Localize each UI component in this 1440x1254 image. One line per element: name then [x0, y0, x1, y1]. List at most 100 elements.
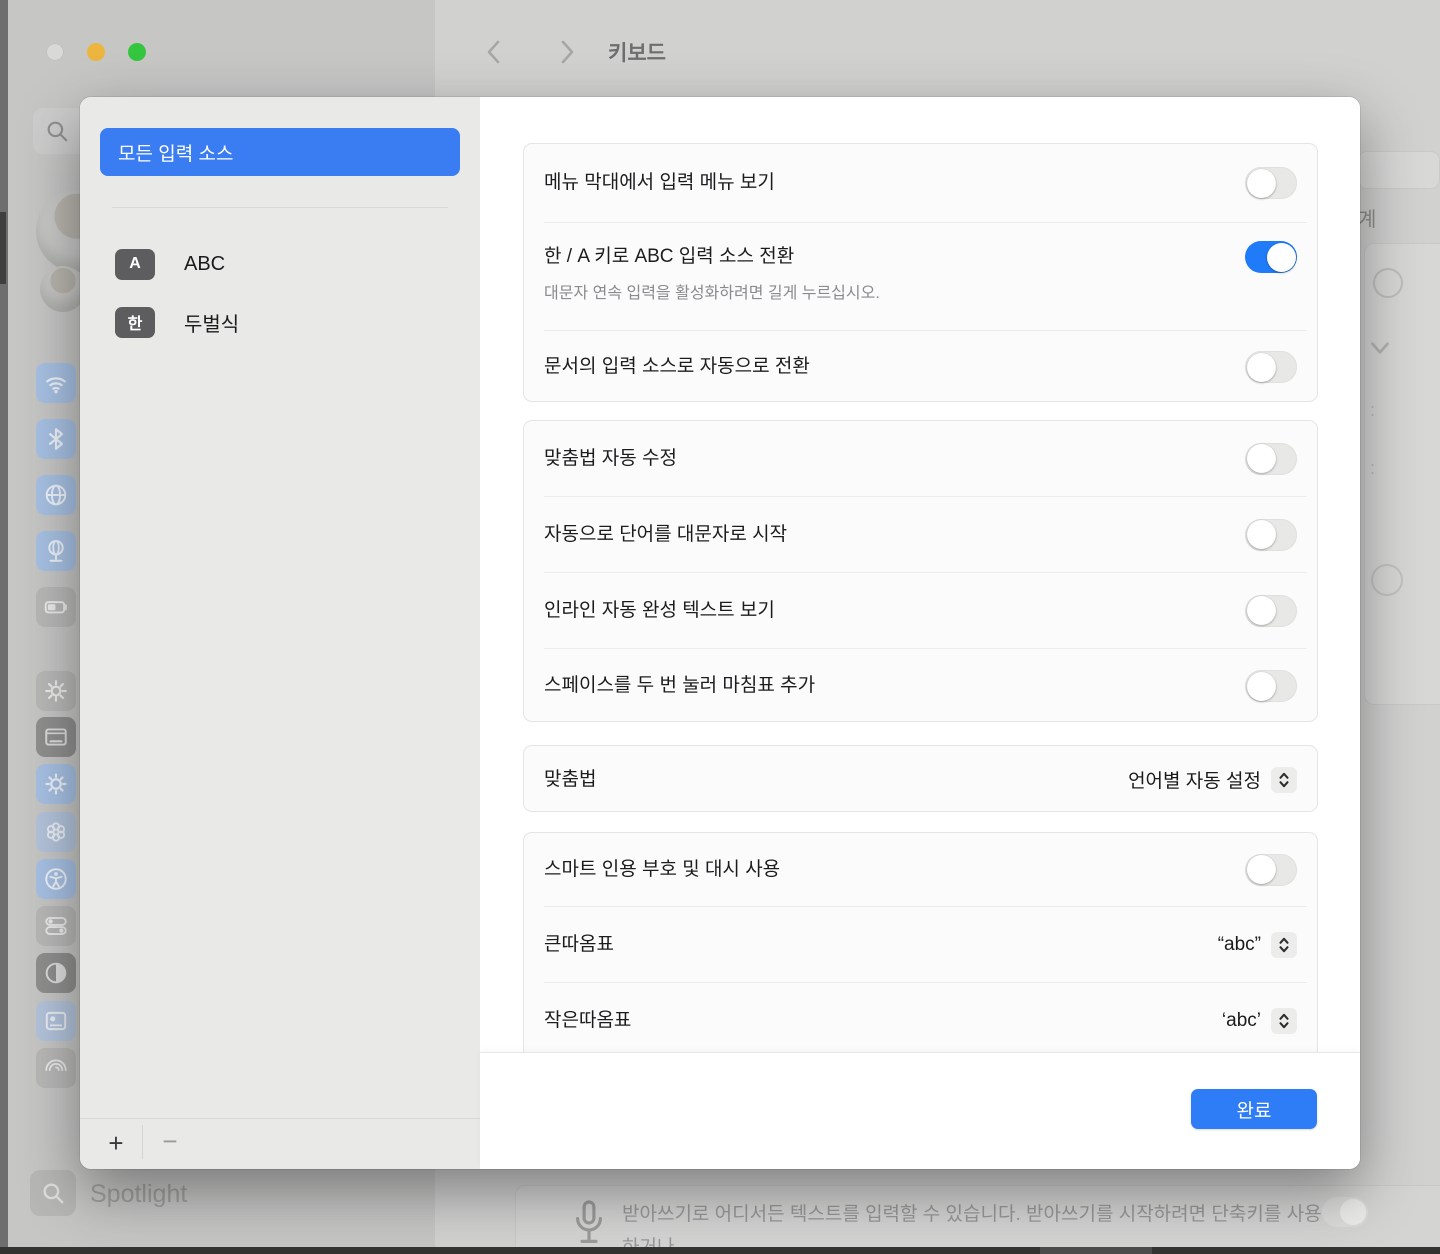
- dialog-footer: 완료: [480, 1052, 1360, 1169]
- stepper-icon: [1271, 767, 1297, 793]
- toggle-switch[interactable]: [1245, 670, 1297, 702]
- desktop-bottom-strip: [0, 1247, 1440, 1254]
- occluded-card-fragment: : :: [1364, 243, 1440, 705]
- toggle-knob: [1247, 855, 1276, 884]
- settings-group: 맞춤법 언어별 자동 설정: [523, 745, 1318, 812]
- input-source-label: 두벌식: [184, 308, 239, 337]
- settings-group: 스마트 인용 부호 및 대시 사용큰따옴표“abc” 작은따옴표 ‘abc’: [523, 832, 1318, 1058]
- popup-button[interactable]: ‘abc’: [1222, 1008, 1297, 1034]
- row-top: 한 / A 키로 ABC 입력 소스 전환: [544, 241, 1297, 273]
- settings-row: 메뉴 막대에서 입력 메뉴 보기: [524, 144, 1317, 222]
- occluded-toggle-knob: [1371, 564, 1403, 596]
- stepper-icon: [1271, 1008, 1297, 1034]
- popup-button[interactable]: “abc”: [1218, 932, 1297, 958]
- settings-row: 작은따옴표 ‘abc’: [524, 983, 1317, 1058]
- row-label: 맞춤법: [544, 767, 596, 793]
- settings-row: 한 / A 키로 ABC 입력 소스 전환대문자 연속 입력을 활성화하려면 길…: [524, 223, 1317, 330]
- control-center-icon: [36, 906, 76, 946]
- vpn-icon: [36, 531, 76, 571]
- background-window-fragment: [0, 212, 6, 284]
- all-input-sources-label: 모든 입력 소스: [118, 139, 233, 166]
- occluded-glyph: :: [1370, 458, 1377, 479]
- row-label: 자동으로 단어를 대문자로 시작: [544, 522, 787, 548]
- settings-row: 맞춤법 언어별 자동 설정: [524, 746, 1317, 812]
- zoom-window-button[interactable]: [128, 43, 146, 61]
- occluded-toggle-knob: [1373, 268, 1403, 298]
- settings-row: 큰따옴표“abc”: [524, 907, 1317, 982]
- search-icon: [44, 118, 70, 149]
- displays-icon: [36, 764, 76, 804]
- toggle-switch[interactable]: [1245, 519, 1297, 551]
- toggle-switch[interactable]: [1245, 241, 1297, 273]
- row-subtitle: 대문자 연속 입력을 활성화하려면 길게 누르십시오.: [544, 279, 1297, 303]
- done-button[interactable]: 완료: [1191, 1089, 1317, 1129]
- accessibility-icon: [36, 859, 76, 899]
- row-label: 한 / A 키로 ABC 입력 소스 전환: [544, 244, 794, 270]
- row-label: 문서의 입력 소스로 자동으로 전환: [544, 354, 810, 380]
- forward-icon[interactable]: [556, 38, 578, 66]
- toggle-switch[interactable]: [1245, 351, 1297, 383]
- microphone-icon: [568, 1198, 610, 1253]
- divider: [112, 207, 448, 208]
- spotlight-icon: [30, 1170, 76, 1216]
- divider: [80, 1118, 480, 1119]
- lock-screen-icon: [36, 1001, 76, 1041]
- row-label: 스페이스를 두 번 눌러 마침표 추가: [544, 673, 815, 699]
- toggle-knob: [1247, 672, 1276, 701]
- sidebar-item-all-input-sources[interactable]: 모든 입력 소스: [100, 128, 460, 176]
- input-source-badge: 한: [115, 307, 155, 338]
- popup-value: 언어별 자동 설정: [1128, 766, 1261, 793]
- toggle-knob: [1247, 353, 1276, 382]
- add-input-source-button[interactable]: +: [98, 1125, 134, 1161]
- input-source-badge: A: [115, 249, 155, 280]
- close-window-button: [46, 43, 64, 61]
- toggle-switch[interactable]: [1245, 854, 1297, 886]
- settings-row: 자동으로 단어를 대문자로 시작: [524, 497, 1317, 572]
- occluded-control-fragment: [1358, 151, 1440, 189]
- general-icon: [36, 671, 76, 711]
- toggle-switch[interactable]: [1245, 443, 1297, 475]
- back-icon[interactable]: [483, 38, 505, 66]
- settings-row: 맞춤법 자동 수정: [524, 421, 1317, 496]
- dictation-card: 받아쓰기로 어디서든 텍스트를 입력할 수 있습니다. 받아쓰기를 시작하려면 …: [515, 1185, 1440, 1254]
- settings-row: 인라인 자동 완성 텍스트 보기: [524, 573, 1317, 648]
- popup-value: ‘abc’: [1222, 1010, 1261, 1032]
- dictation-toggle: [1322, 1197, 1368, 1227]
- screen: 키보드 Spotlight 계 : :: [0, 0, 1440, 1254]
- toggle-knob: [1247, 444, 1276, 473]
- network-icon: [36, 475, 76, 515]
- desktop-dock-icon: [36, 717, 76, 757]
- row-label: 작은따옴표: [544, 1008, 631, 1034]
- appearance-icon: [36, 953, 76, 993]
- page-title: 키보드: [608, 37, 666, 67]
- settings-group: 맞춤법 자동 수정자동으로 단어를 대문자로 시작인라인 자동 완성 텍스트 보…: [523, 420, 1318, 722]
- row-label: 스마트 인용 부호 및 대시 사용: [544, 857, 780, 883]
- toggle-knob: [1247, 520, 1276, 549]
- wallpaper-icon: [36, 812, 76, 852]
- sidebar-item-spotlight: Spotlight: [90, 1180, 187, 1209]
- popup-button[interactable]: 언어별 자동 설정: [1128, 766, 1297, 793]
- toggle-switch[interactable]: [1245, 595, 1297, 627]
- settings-row: 스페이스를 두 번 눌러 마침표 추가: [524, 649, 1317, 722]
- input-source-item[interactable]: 한 두벌식: [115, 301, 480, 343]
- dictation-description: 받아쓰기로 어디서든 텍스트를 입력할 수 있습니다. 받아쓰기를 시작하려면 …: [622, 1198, 1322, 1254]
- toggle-switch[interactable]: [1245, 167, 1297, 199]
- input-sources-dialog: 모든 입력 소스 AABC 한 두벌식 + − 메뉴 막대에서 입력 메뉴 보기한 …: [80, 97, 1360, 1169]
- row-label: 인라인 자동 완성 텍스트 보기: [544, 598, 775, 624]
- wifi-icon: [36, 363, 76, 403]
- dialog-sidebar: 모든 입력 소스 AABC 한 두벌식 + −: [80, 97, 480, 1169]
- divider: [142, 1125, 143, 1159]
- battery-icon: [36, 587, 76, 627]
- touch-id-icon: [36, 1048, 76, 1088]
- row-label: 메뉴 막대에서 입력 메뉴 보기: [544, 170, 775, 196]
- input-source-item[interactable]: AABC: [115, 243, 480, 285]
- dock-fragment: [1040, 1247, 1152, 1254]
- toggle-knob: [1247, 596, 1276, 625]
- settings-row: 문서의 입력 소스로 자동으로 전환: [524, 331, 1317, 402]
- chevron-down-icon: [1367, 334, 1393, 365]
- minimize-window-button[interactable]: [87, 43, 105, 61]
- settings-group: 메뉴 막대에서 입력 메뉴 보기한 / A 키로 ABC 입력 소스 전환대문자…: [523, 143, 1318, 402]
- toggle-knob: [1267, 243, 1296, 272]
- input-source-list: AABC 한 두벌식: [80, 243, 480, 359]
- remove-input-source-button[interactable]: −: [152, 1123, 188, 1159]
